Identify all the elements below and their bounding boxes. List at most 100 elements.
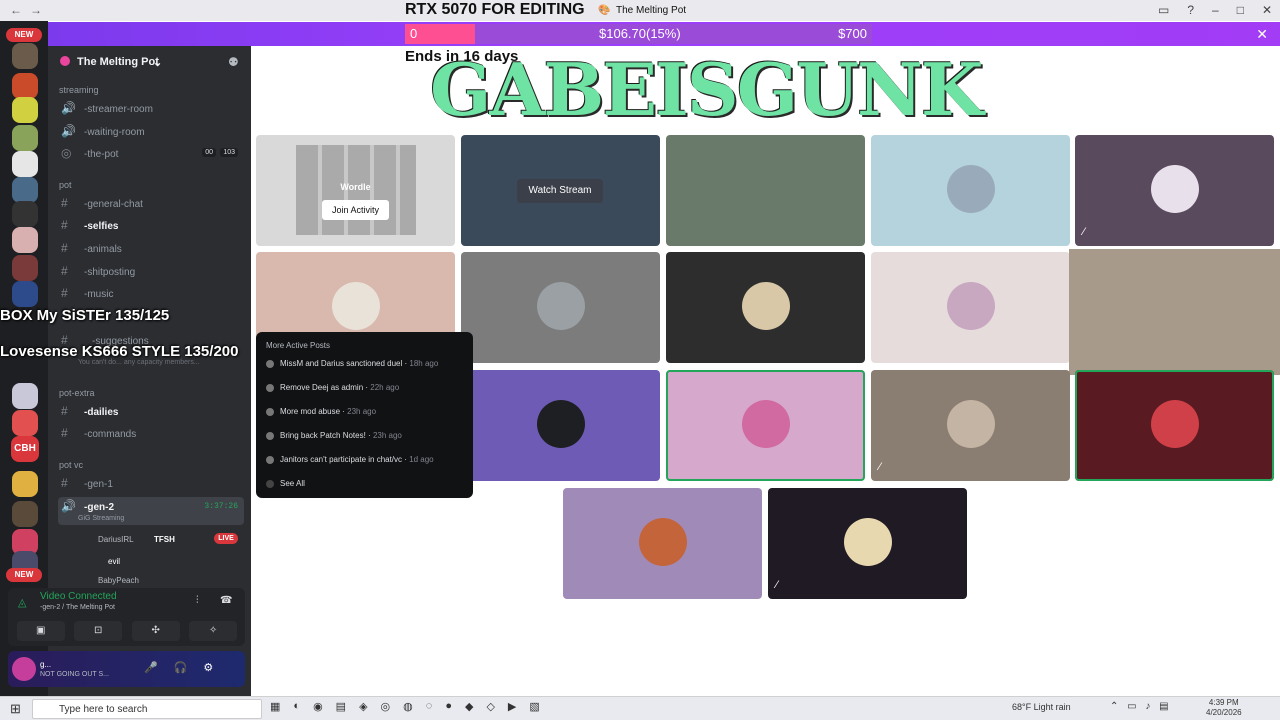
post-item[interactable]: Remove Deej as admin · 22h ago [266,383,466,399]
server-name[interactable]: The Melting Pot [77,56,159,68]
channel-dailies[interactable]: # -dailies [58,402,244,422]
stream-tile[interactable]: Watch Stream [461,135,660,246]
channel-shitposting[interactable]: # -shitposting [58,262,244,282]
user-tile[interactable] [666,252,865,363]
server-icon[interactable] [12,501,38,527]
user-tile-speaking[interactable] [1075,370,1274,481]
channel-selfies[interactable]: # -selfies [58,216,244,236]
user-tile[interactable]: ⁄ [871,370,1070,481]
screen-share-icon[interactable]: ⊡ [74,621,123,641]
taskbar-clock[interactable]: 4:39 PM 4/20/2026 [1206,698,1242,718]
close-banner-icon[interactable]: ✕ [1256,26,1268,43]
see-all-link[interactable]: See All [266,479,466,495]
channel-general-chat[interactable]: # -general-chat [58,194,244,214]
discord-icon[interactable]: ◎ [381,700,391,713]
category-streaming[interactable]: streaming [59,85,99,95]
microphone-icon[interactable]: 🎤 [144,661,158,674]
forward-arrow-icon[interactable]: → [30,3,42,17]
user-tile[interactable] [871,252,1070,363]
minimize-icon[interactable]: – [1212,3,1219,17]
inbox-icon[interactable]: ▭ [1158,3,1169,17]
task-view-icon[interactable]: ▦ [270,700,280,713]
post-item[interactable]: MissM and Darius sanctioned duel · 18h a… [266,359,466,375]
help-icon[interactable]: ? [1187,3,1194,17]
voice-user-babypeach[interactable]: BabyPeach [98,576,139,585]
restore-icon[interactable]: □ [1237,3,1244,17]
server-icon[interactable] [12,227,38,253]
noise-suppression-icon[interactable]: ⫶ [196,595,199,606]
channel-waiting-room[interactable]: 🔊 -waiting-room [58,122,244,142]
server-icon[interactable] [12,201,38,227]
cbh-server-icon[interactable]: CBH [11,436,39,462]
server-icon[interactable] [12,383,38,409]
obs-icon[interactable]: ● [445,700,452,713]
user-tile[interactable] [461,252,660,363]
media-player-icon[interactable]: ▶ [508,700,516,713]
steam-icon[interactable]: ◌ [426,700,433,713]
back-arrow-icon[interactable]: ← [10,3,22,17]
wordle-activity-tile[interactable]: Wordle Join Activity [256,135,455,246]
voice-user-darius[interactable]: DariusIRL [98,535,134,544]
weather-widget[interactable]: 68°F Light rain [1012,702,1071,712]
system-tray[interactable]: ⌃ ▭ ♪ ▤ [1110,701,1172,712]
headphones-icon[interactable]: 🎧 [174,661,188,674]
channel-gen-2[interactable]: 🔊 -gen-2 3:37:26 GiG Streaming [58,497,244,525]
server-icon[interactable] [12,281,38,307]
connection-status[interactable]: Video Connected [40,591,117,602]
server-icon[interactable] [12,471,38,497]
category-pot-extra[interactable]: pot-extra [59,388,95,398]
category-pot-vc[interactable]: pot vc [59,460,83,470]
server-icon[interactable] [12,177,38,203]
channel-the-pot[interactable]: ◎ -the-pot 00 103 [58,144,244,164]
server-icon[interactable] [12,255,38,281]
edge-icon[interactable]: ◉ [313,700,323,713]
channel-commands[interactable]: # -commands [58,424,244,444]
user-tile[interactable] [563,488,762,599]
app-icon[interactable]: ◇ [486,700,494,713]
post-item[interactable]: More mod abuse · 23h ago [266,407,466,423]
server-icon[interactable] [12,410,38,436]
app-icon[interactable]: ▧ [529,700,539,713]
server-icon[interactable] [12,73,38,99]
taskbar-search-input[interactable]: Type here to search [32,699,262,719]
windows-taskbar: ⊞ Type here to search ▦ ◐ ◉ ▤ ◈ ◎ ◍ ◌ ● … [0,696,1280,720]
category-pot[interactable]: pot [59,180,72,190]
post-item[interactable]: Janitors can't participate in chat/vc · … [266,455,466,471]
copilot-icon[interactable]: ◐ [293,700,300,713]
channel-animals[interactable]: # -animals [58,239,244,259]
user-tile-speaking[interactable] [666,370,865,481]
close-window-icon[interactable]: ✕ [1262,3,1272,17]
chrome-icon[interactable]: ◍ [403,700,413,713]
avatar [742,282,790,330]
chevron-down-icon[interactable]: ⌄ [153,56,162,69]
camera-icon[interactable]: ▣ [16,621,65,641]
app-icon[interactable]: ◆ [465,700,473,713]
windows-start-icon[interactable]: ⊞ [10,701,21,717]
post-item[interactable]: Bring back Patch Notes! · 23h ago [266,431,466,447]
user-tile[interactable]: ⁄ [461,370,660,481]
channel-streamer-room[interactable]: 🔊 -streamer-room [58,99,244,119]
user-name[interactable]: g... [40,660,51,669]
channel-gen-1[interactable]: # -gen-1 [58,474,244,494]
server-icon[interactable] [12,151,38,177]
video-tile[interactable] [666,135,865,246]
user-tile[interactable]: ⁄ [1075,135,1274,246]
disconnect-icon[interactable]: ☎ [220,595,232,606]
goal-start: 0 [410,26,418,41]
gear-icon[interactable]: ⚙ [203,661,213,674]
soundboard-icon[interactable]: ✧ [189,621,238,641]
server-icon[interactable] [12,43,38,69]
user-tile[interactable] [871,135,1070,246]
file-explorer-icon[interactable]: ▤ [336,700,346,713]
server-icon[interactable] [12,125,38,151]
voice-user-evil[interactable]: evil [108,557,120,566]
join-activity-button[interactable]: Join Activity [322,200,389,220]
activities-icon[interactable]: ✣ [131,621,180,641]
channel-music[interactable]: # -music [58,284,244,304]
invite-icon[interactable]: ⚉ [228,55,239,69]
avatar[interactable] [12,657,36,681]
user-tile[interactable]: ⁄ [768,488,967,599]
server-icon[interactable] [12,97,38,123]
store-icon[interactable]: ◈ [359,700,367,713]
watch-stream-button[interactable]: Watch Stream [517,179,603,203]
